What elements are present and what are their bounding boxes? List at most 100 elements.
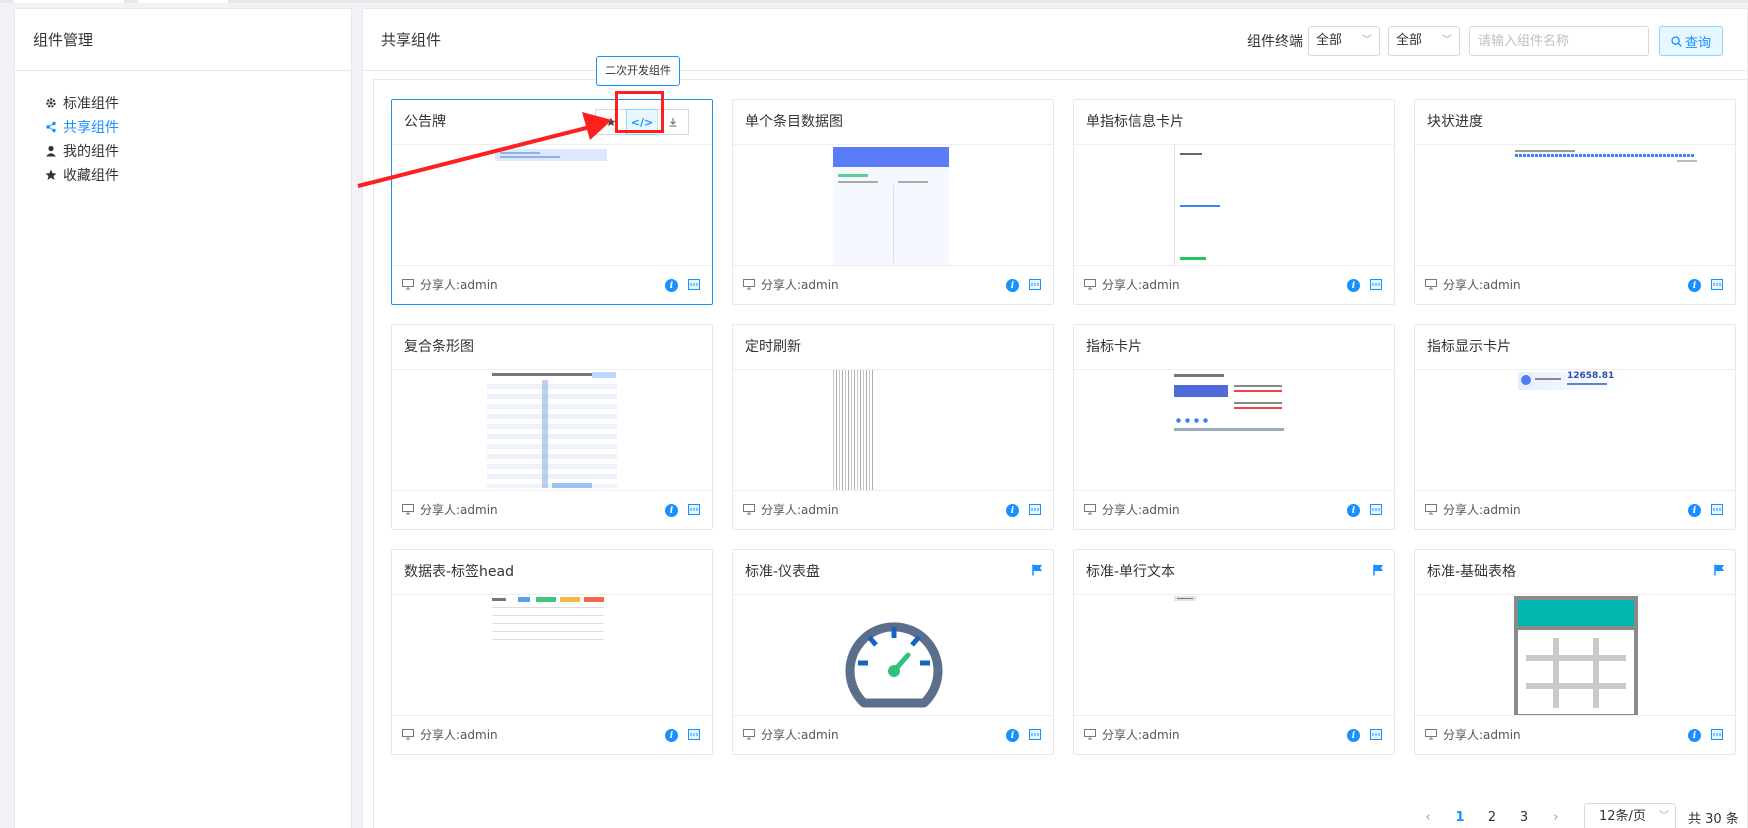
info-icon[interactable]: i [1006,729,1019,742]
sidebar-item-standard[interactable]: 标准组件 [43,91,351,115]
type-select[interactable]: 全部 ﹀ [1388,26,1460,56]
document-icon[interactable] [1370,504,1382,515]
component-name-search-input[interactable] [1469,26,1649,56]
page-size-value: 12条/页 [1599,809,1646,824]
document-icon[interactable] [1370,729,1382,740]
document-icon[interactable] [1711,729,1723,740]
document-icon[interactable] [688,504,700,515]
monitor-icon [402,504,414,515]
card-title: 指标卡片 [1086,339,1142,355]
monitor-icon [743,729,755,740]
card-preview [733,145,1053,265]
card-title: 块状进度 [1427,114,1483,130]
info-icon[interactable]: i [1006,504,1019,517]
info-icon[interactable]: i [1347,279,1360,292]
card-sharer: 分享人:admin [761,503,839,517]
card-title: 单个条目数据图 [745,114,843,130]
document-icon[interactable] [1029,729,1041,740]
flag-icon [1032,564,1042,576]
flag-icon [1714,564,1724,576]
info-icon[interactable]: i [1347,504,1360,517]
document-icon[interactable] [688,279,700,290]
card-preview [392,370,712,490]
info-icon[interactable]: i [1006,279,1019,292]
card-title: 复合条形图 [404,339,474,355]
document-icon[interactable] [1370,279,1382,290]
monitor-icon [402,729,414,740]
query-button[interactable]: 查询 [1659,26,1723,56]
sidebar-title: 组件管理 [15,9,351,71]
card-footer: 分享人:admin i [1415,265,1735,305]
info-icon[interactable]: i [1688,729,1701,742]
chevron-down-icon: ﹀ [1442,35,1452,46]
card-title: 数据表-标签head [404,564,515,580]
card-sharer: 分享人:admin [1443,503,1521,517]
share-icon [43,121,59,133]
monitor-icon [1425,504,1437,515]
component-card[interactable]: 标准-单行文本 分享人:admin i [1073,549,1395,755]
component-card[interactable]: 单个条目数据图 分享人:admin i [732,99,1054,305]
card-sharer: 分享人:admin [420,728,498,742]
card-footer: 分享人:admin i [733,490,1053,530]
info-icon[interactable]: i [665,729,678,742]
card-preview [733,595,1053,715]
sidebar-item-shared[interactable]: 共享组件 [43,115,351,139]
info-icon[interactable]: i [665,279,678,292]
annotation-arrow [357,112,612,188]
card-footer: 分享人:admin i [1415,715,1735,755]
card-footer: 分享人:admin i [1074,715,1394,755]
info-icon[interactable]: i [1688,504,1701,517]
document-icon[interactable] [1711,504,1723,515]
card-sharer: 分享人:admin [1102,728,1180,742]
card-footer: 分享人:admin i [392,265,712,305]
star-icon [43,169,59,181]
card-sharer: 分享人:admin [1443,728,1521,742]
user-icon [43,145,59,157]
card-title: 标准-单行文本 [1086,564,1176,580]
next-page-button[interactable]: › [1540,810,1572,825]
document-icon[interactable] [1711,279,1723,290]
secondary-develop-tooltip: 二次开发组件 [596,56,680,86]
document-icon[interactable] [688,729,700,740]
component-card[interactable]: 复合条形图 分享人:admin i [391,324,713,530]
component-card[interactable]: 数据表-标签head 分享人:admin i [391,549,713,755]
document-icon[interactable] [1029,279,1041,290]
component-card[interactable]: 指标卡片 分享人:admin i [1073,324,1395,530]
card-title: 标准-仪表盘 [745,564,821,580]
document-icon[interactable] [1029,504,1041,515]
chevron-down-icon: ﹀ [1659,811,1669,822]
page-title: 共享组件 [381,31,442,49]
component-card[interactable]: 指标显示卡片 12658.81 分享人:admin i [1414,324,1736,530]
gauge-icon [845,622,943,708]
monitor-icon [1425,279,1437,290]
sidebar-item-label: 标准组件 [63,96,119,112]
sidebar-item-favorites[interactable]: 收藏组件 [43,163,351,187]
page-3-button[interactable]: 3 [1508,810,1540,825]
sidebar-item-mine[interactable]: 我的组件 [43,139,351,163]
card-sharer: 分享人:admin [761,278,839,292]
search-icon [1671,35,1682,47]
info-icon[interactable]: i [1688,279,1701,292]
indicator-value: 12658.81 [1567,371,1615,381]
page-size-select[interactable]: 12条/页 ﹀ [1584,803,1676,828]
info-icon[interactable]: i [665,504,678,517]
component-card[interactable]: 标准-仪表盘 分享人:admin i [732,549,1054,755]
card-preview [1074,370,1394,490]
card-preview [1074,145,1394,265]
monitor-icon [1425,729,1437,740]
main-header: 共享组件 组件终端 全部 ﹀ 全部 ﹀ 查询 [363,9,1747,71]
page-1-button[interactable]: 1 [1444,810,1476,825]
component-card[interactable]: 块状进度 分享人:admin i [1414,99,1736,305]
top-strip [0,0,1748,3]
page-2-button[interactable]: 2 [1476,810,1508,825]
component-card[interactable]: 标准-基础表格 分享人:admin i [1414,549,1736,755]
terminal-select[interactable]: 全部 ﹀ [1308,26,1380,56]
prev-page-button[interactable]: ‹ [1412,810,1444,825]
component-card[interactable]: 单指标信息卡片 分享人:admin i [1073,99,1395,305]
component-card[interactable]: 定时刷新 分享人:admin i [732,324,1054,530]
card-sharer: 分享人:admin [761,728,839,742]
info-icon[interactable]: i [1347,729,1360,742]
monitor-icon [402,279,414,290]
component-grid: 公告牌 </> 分享人:admin i 单个条目数据图 分享人:admin i … [373,79,1748,828]
card-footer: 分享人:admin i [1074,490,1394,530]
